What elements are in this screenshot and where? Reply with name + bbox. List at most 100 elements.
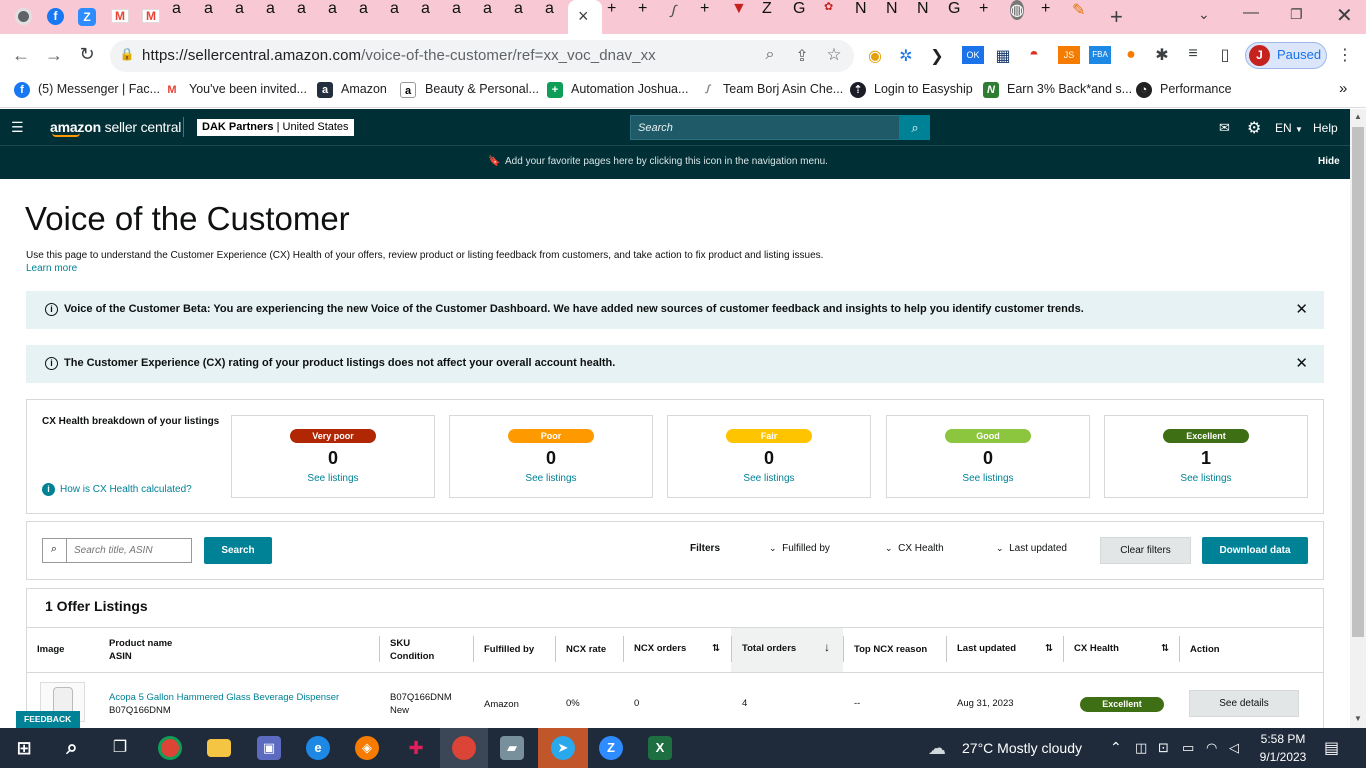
col-total-orders[interactable]: Total orders (742, 642, 796, 655)
see-listings-link[interactable]: See listings (668, 473, 870, 484)
edge-icon[interactable]: e (306, 736, 330, 760)
new-tab-button[interactable]: + (1110, 4, 1123, 30)
reload-icon[interactable]: ↻ (76, 44, 98, 65)
tab-amazon[interactable]: a (297, 0, 306, 18)
tab-amazon-seller[interactable]: a (172, 0, 181, 18)
back-arrow-icon[interactable]: ← (10, 45, 32, 66)
tab-tool[interactable]: ꭍ (669, 0, 675, 22)
see-listings-link[interactable]: See listings (887, 473, 1089, 484)
extension-grid-icon[interactable]: ▦ (992, 46, 1014, 66)
task-view-icon[interactable]: ❐ (108, 736, 132, 760)
side-panel-icon[interactable]: ▯ (1214, 45, 1236, 65)
learn-more-link[interactable]: Learn more (26, 263, 77, 274)
tab-amazon-seller[interactable]: a (514, 0, 523, 18)
tab-amazon[interactable]: a (483, 0, 492, 18)
tray-meet-icon[interactable]: ◫ (1135, 740, 1147, 756)
help-link[interactable]: Help (1313, 121, 1338, 135)
sort-icon[interactable]: ⇅ (1045, 642, 1053, 655)
tab-google[interactable]: G (948, 0, 960, 18)
tray-wifi-icon[interactable]: ◠ (1206, 740, 1217, 756)
tab-amazon-seller[interactable]: a (204, 0, 213, 18)
tab-amazon-seller[interactable]: a (545, 0, 554, 18)
col-cx-health[interactable]: CX Health (1074, 642, 1119, 655)
extension-arrow-icon[interactable]: ❯ (926, 46, 948, 66)
url-text[interactable]: https://sellercentral.amazon.com/voice-o… (142, 47, 656, 64)
tab-sheets[interactable]: + (979, 0, 988, 18)
clock-date[interactable]: 9/1/2023 (1255, 750, 1311, 764)
tab-n[interactable]: N (917, 0, 929, 18)
close-icon[interactable]: × (578, 6, 589, 27)
tab-search-icon[interactable]: ⌄ (1198, 6, 1210, 23)
extension-orange-icon[interactable]: ● (1120, 46, 1142, 64)
last-updated-filter[interactable]: ⌄ Last updated (996, 543, 1067, 554)
bookmark-item[interactable]: Team Borj Asin Che... (723, 82, 843, 96)
minimize-button[interactable]: — (1243, 4, 1259, 22)
hide-button[interactable]: Hide (1318, 156, 1340, 167)
hamburger-menu-icon[interactable]: ☰ (11, 119, 24, 136)
slack-icon[interactable]: ✚ (404, 736, 428, 760)
extension-cat-icon[interactable]: ◉ (864, 46, 886, 66)
clear-filters-button[interactable]: Clear filters (1100, 537, 1191, 564)
bookmark-item[interactable]: Performance (1160, 82, 1232, 96)
language-selector[interactable]: EN ▼ (1275, 121, 1303, 135)
tab-gmail-2[interactable]: M (142, 9, 160, 23)
cx-health-filter[interactable]: ⌄ CX Health (885, 543, 944, 554)
extension-fba-icon[interactable]: FBA (1089, 46, 1111, 64)
tab-google[interactable]: G (793, 0, 805, 18)
tab-sheets[interactable]: + (1041, 0, 1050, 18)
tab-triangle[interactable]: ▼ (731, 0, 747, 18)
bookmark-item[interactable]: Earn 3% Back*and s... (1007, 82, 1132, 96)
bookmark-item[interactable]: Login to Easyship (874, 82, 973, 96)
tab-n[interactable]: N (855, 0, 867, 18)
search-button[interactable]: Search (204, 537, 272, 564)
search-icon[interactable]: ⌕ (60, 736, 84, 760)
chrome-icon[interactable] (158, 736, 182, 760)
forward-arrow-icon[interactable]: → (43, 45, 65, 66)
scroll-down-icon[interactable]: ▼ (1354, 714, 1362, 723)
notes-app-icon[interactable]: ▰ (500, 736, 524, 760)
notifications-icon[interactable]: ▤ (1324, 738, 1339, 758)
search-input[interactable] (67, 538, 191, 562)
chrome-menu-icon[interactable]: ⋮ (1334, 45, 1356, 65)
see-listings-link[interactable]: See listings (450, 473, 652, 484)
bookmark-item[interactable]: Amazon (341, 82, 387, 96)
maximize-button[interactable]: ❐ (1290, 6, 1303, 23)
tab-zoho[interactable]: Z (78, 8, 96, 26)
store-selector[interactable]: DAK Partners | United States (197, 119, 354, 136)
avatar[interactable]: J (1249, 45, 1270, 66)
weather-text[interactable]: 27°C Mostly cloudy (962, 740, 1082, 756)
extensions-puzzle-icon[interactable]: ✱ (1151, 45, 1173, 65)
tab-amazon-seller[interactable]: a (266, 0, 275, 18)
sort-icon[interactable]: ⇅ (1161, 642, 1169, 655)
see-listings-link[interactable]: See listings (232, 473, 434, 484)
tray-battery-icon[interactable]: ▭ (1182, 740, 1194, 756)
network-app-icon[interactable]: ▣ (257, 736, 281, 760)
windows-start-icon[interactable]: ⊞ (12, 736, 36, 760)
chrome-profile-icon[interactable] (452, 736, 476, 760)
sort-down-icon[interactable]: ↓ (824, 641, 830, 654)
tray-app-icon[interactable]: ⊡ (1158, 740, 1169, 756)
tray-volume-icon[interactable]: ◁ (1229, 740, 1239, 756)
profile-status[interactable]: Paused (1277, 47, 1321, 62)
tab-amazon[interactable]: a (359, 0, 368, 18)
bookmark-item[interactable]: Beauty & Personal... (425, 82, 539, 96)
tab-sheets[interactable]: + (607, 0, 616, 18)
extension-js-icon[interactable]: JS (1058, 46, 1080, 64)
zoom-icon[interactable]: ⌕ (759, 46, 781, 64)
tab-facebook[interactable]: f (47, 8, 64, 25)
tray-chevron-up-icon[interactable]: ⌃ (1110, 739, 1122, 756)
more-bookmarks-icon[interactable]: » (1339, 80, 1347, 97)
download-data-button[interactable]: Download data (1202, 537, 1308, 564)
tab-amazon[interactable]: a (328, 0, 337, 18)
see-details-button[interactable]: See details (1189, 690, 1299, 717)
close-icon[interactable]: ✕ (1295, 354, 1308, 372)
tab-amazon[interactable]: a (452, 0, 461, 18)
fulfilled-by-filter[interactable]: ⌄ Fulfilled by (769, 543, 830, 554)
bookmark-star-icon[interactable]: ☆ (823, 45, 845, 65)
sort-icon[interactable]: ⇅ (712, 642, 720, 655)
file-explorer-icon[interactable] (207, 739, 231, 757)
tab-pencil[interactable]: ✎ (1072, 0, 1085, 20)
scroll-up-icon[interactable]: ▲ (1354, 112, 1362, 121)
col-ncx-orders[interactable]: NCX orders (634, 642, 686, 655)
extension-ok-icon[interactable]: OK (962, 46, 984, 64)
